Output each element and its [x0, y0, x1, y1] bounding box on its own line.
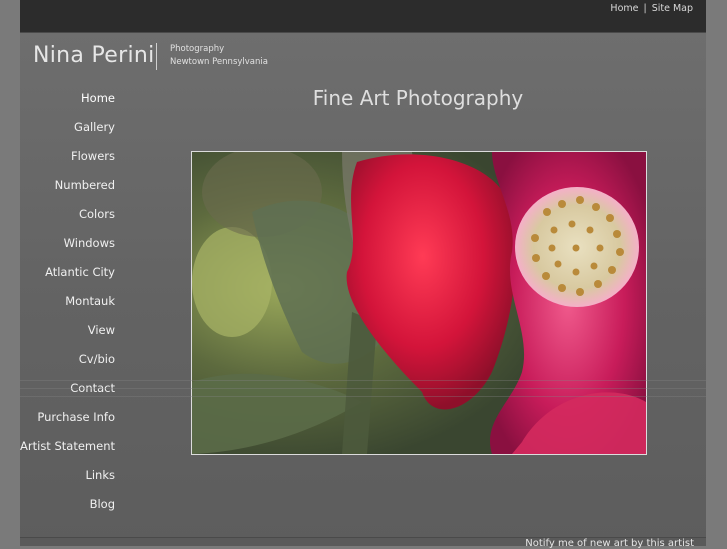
nav-item-atlantic-city[interactable]: Atlantic City	[20, 262, 115, 291]
top-home-link[interactable]: Home	[610, 3, 638, 14]
nav-item-windows[interactable]: Windows	[20, 233, 115, 262]
nav-item-numbered[interactable]: Numbered	[20, 175, 115, 204]
tagline-line-2: Newtown Pennsylvania	[170, 57, 268, 67]
sidebar-nav: Home Gallery Flowers Numbered Colors Win…	[20, 88, 115, 523]
top-link-separator: |	[643, 3, 647, 14]
flower-photo-image	[192, 152, 646, 454]
background-stripe	[20, 388, 706, 389]
nav-item-contact[interactable]: Contact	[20, 378, 115, 407]
nav-item-montauk[interactable]: Montauk	[20, 291, 115, 320]
nav-item-blog[interactable]: Blog	[20, 494, 115, 523]
nav-item-purchase-info[interactable]: Purchase Info	[20, 407, 115, 436]
page-title: Fine Art Photography	[312, 86, 524, 110]
featured-photo[interactable]	[191, 151, 647, 455]
site-title[interactable]: Nina Perini	[33, 43, 155, 68]
nav-item-gallery[interactable]: Gallery	[20, 117, 115, 146]
nav-item-colors[interactable]: Colors	[20, 204, 115, 233]
nav-item-view[interactable]: View	[20, 320, 115, 349]
top-links: Home | Site Map	[610, 3, 693, 14]
nav-item-cv-bio[interactable]: Cv/bio	[20, 349, 115, 378]
brand-divider	[156, 43, 157, 70]
notify-link[interactable]: Notify me of new art by this artist	[525, 538, 694, 549]
site-tagline: Photography Newtown Pennsylvania	[170, 43, 268, 69]
top-sitemap-link[interactable]: Site Map	[652, 3, 693, 14]
nav-item-artist-statement[interactable]: Artist Statement	[20, 436, 115, 465]
background-stripe	[20, 396, 706, 397]
nav-item-home[interactable]: Home	[20, 88, 115, 117]
tagline-line-1: Photography	[170, 44, 225, 54]
page-container: Home | Site Map Nina Perini Photography …	[20, 0, 706, 549]
top-bar: Home | Site Map	[20, 0, 706, 33]
nav-item-links[interactable]: Links	[20, 465, 115, 494]
nav-item-flowers[interactable]: Flowers	[20, 146, 115, 175]
background-stripe	[20, 380, 706, 381]
